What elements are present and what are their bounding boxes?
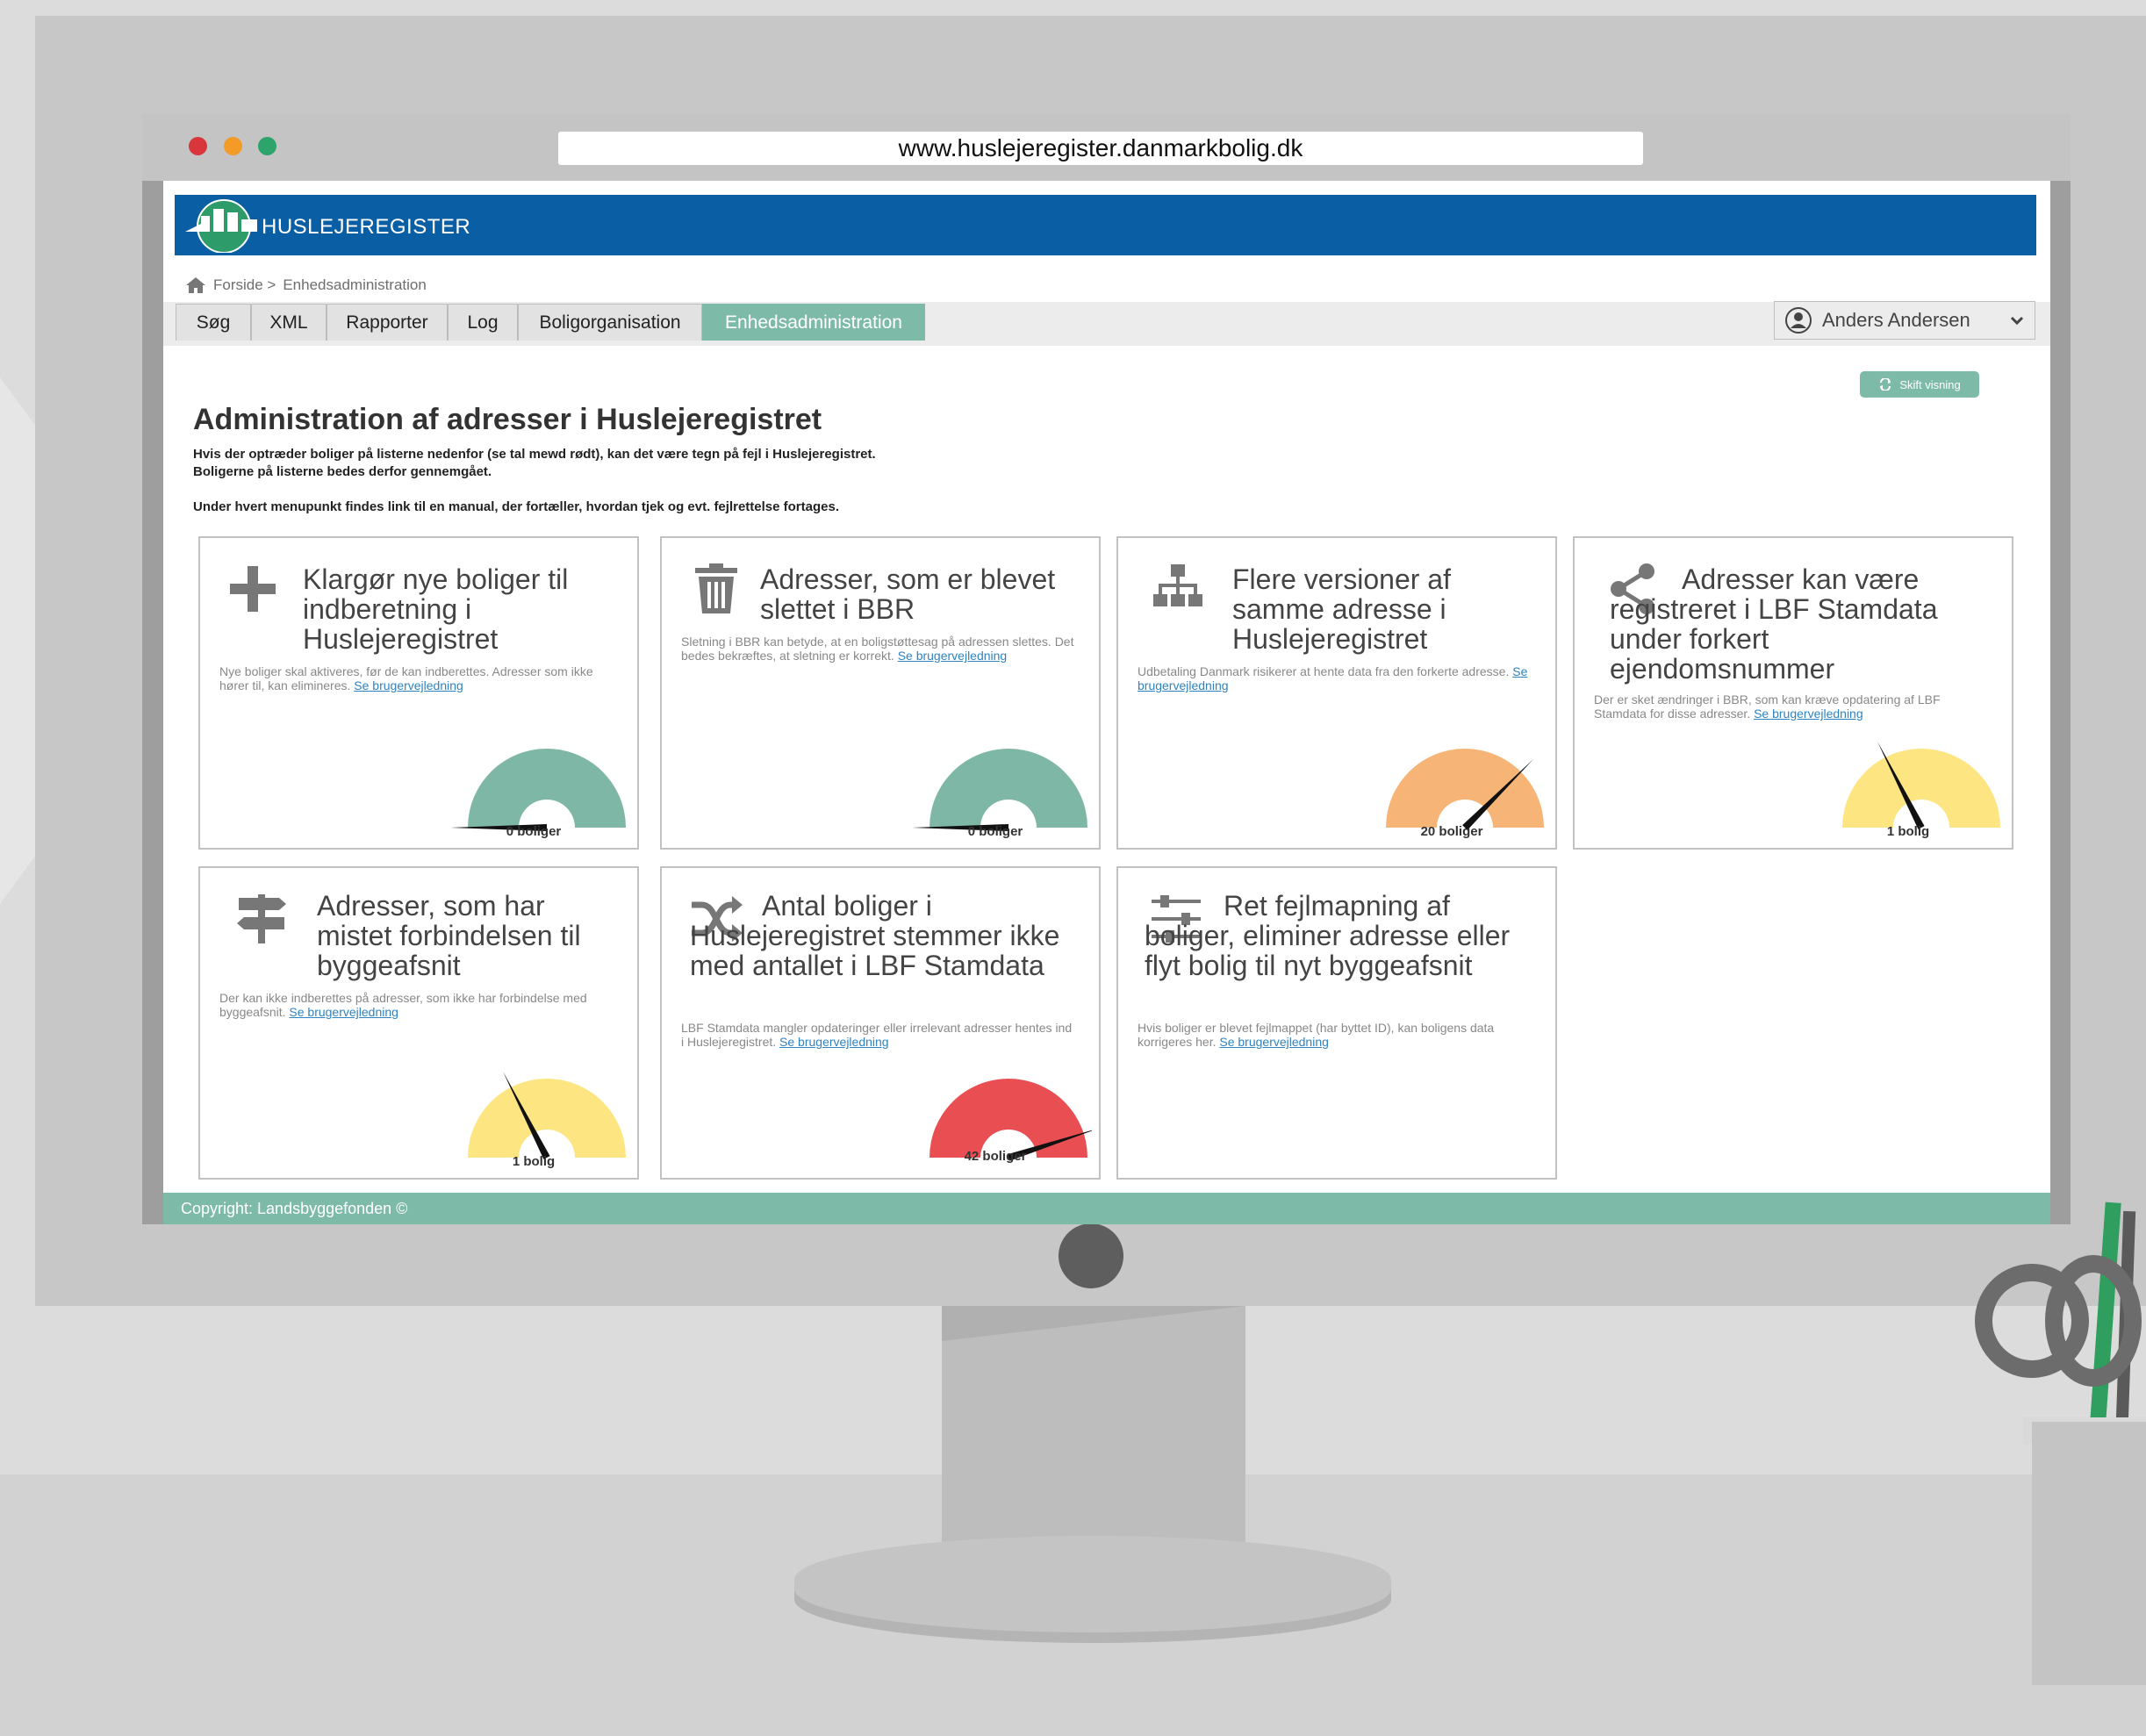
card-title: Ret fejlmapning af boliger, eliminer adr…: [1145, 890, 1511, 981]
gauge-arc: [1386, 749, 1544, 828]
user-avatar-icon: [1785, 307, 1812, 334]
gauge-arc: [929, 749, 1087, 828]
card-mistet-forbindelse[interactable]: Adresser, som har mistet forbindelsen ti…: [198, 866, 639, 1180]
intro-line-2: Boligerne på listerne bedes derfor genne…: [193, 464, 492, 479]
address-bar[interactable]: www.huslejeregister.danmarkbolig.dk: [558, 132, 1643, 165]
monitor-stand-base: [794, 1536, 1391, 1632]
card-description: Hvis boliger er blevet fejlmappet (har b…: [1138, 1021, 1495, 1049]
card-flere-versioner[interactable]: Flere versioner af samme adresse i Husle…: [1116, 536, 1557, 850]
tab-xml[interactable]: XML: [251, 304, 327, 341]
maximize-window-dot[interactable]: [258, 137, 276, 155]
card-description: Udbetaling Danmark risikerer at hente da…: [1138, 664, 1528, 692]
breadcrumb: Forside > Enhedsadministration: [185, 276, 427, 294]
card-ret-fejlmapning[interactable]: Ret fejlmapning af boliger, eliminer adr…: [1116, 866, 1557, 1180]
user-name: Anders Andersen: [1822, 309, 1970, 331]
tab-boligorganisation[interactable]: Boligorganisation: [518, 304, 702, 341]
footer: Copyright: Landsbyggefonden ©: [163, 1193, 2050, 1224]
shift-view-button[interactable]: Skift visning: [1860, 371, 1979, 398]
monitor-stand-shadow: [942, 1306, 1245, 1341]
card-title: Flere versioner af samme adresse i Husle…: [1232, 563, 1451, 655]
card-title: Adresser, som er blevet slettet i BBR: [760, 563, 1056, 625]
user-guide-link[interactable]: Se brugervejledning: [898, 649, 1008, 663]
logo-text: HUSLEJEREGISTER: [262, 215, 471, 239]
card-title: Antal boliger i Huslejeregistret stemmer…: [690, 890, 1060, 981]
user-guide-link[interactable]: Se brugervejledning: [289, 1005, 398, 1019]
card-slettet-i-bbr[interactable]: Adresser, som er blevet slettet i BBR Sl…: [660, 536, 1101, 850]
power-button[interactable]: [1059, 1223, 1123, 1288]
card-description: Der er sket ændringer i BBR, som kan kræ…: [1594, 692, 1941, 721]
logo-icon: [185, 199, 257, 253]
gauge-label: 42 boliger: [964, 1149, 1027, 1164]
breadcrumb-current: Enhedsadministration: [283, 276, 427, 293]
tab-rapporter[interactable]: Rapporter: [327, 304, 448, 341]
intro-line-3: Under hvert menupunkt findes link til en…: [193, 499, 839, 514]
tab-log[interactable]: Log: [448, 304, 518, 341]
gauge-arc: [1842, 749, 2000, 828]
web-page: HUSLEJEREGISTER Forside > Enhedsadminist…: [163, 181, 2050, 1224]
gauge-arc: [929, 1079, 1087, 1158]
tab-sog[interactable]: Søg: [176, 304, 251, 341]
monitor-stand: [942, 1306, 1245, 1560]
user-guide-link[interactable]: Se brugervejledning: [1219, 1035, 1329, 1049]
card-antal-boliger[interactable]: Antal boliger i Huslejeregistret stemmer…: [660, 866, 1101, 1180]
gauge-label: 20 boliger: [1420, 824, 1483, 839]
trash-icon: [695, 563, 737, 613]
card-title: Adresser kan være registreret i LBF Stam…: [1610, 563, 1938, 685]
scissors-handle-2: [2045, 1255, 2142, 1387]
card-klargor-nye-boliger[interactable]: Klargør nye boliger til indberetning i H…: [198, 536, 639, 850]
card-description: LBF Stamdata mangler opdateringer eller …: [681, 1021, 1073, 1049]
user-guide-link[interactable]: Se brugervejledning: [354, 678, 463, 692]
chevron-down-icon: [2010, 316, 2024, 326]
gauge-label: 1 bolig: [512, 1154, 556, 1169]
sitemap-icon: [1153, 564, 1202, 606]
close-window-dot[interactable]: [189, 137, 207, 155]
user-guide-link[interactable]: Se brugervejledning: [779, 1035, 889, 1049]
gauge-arc: [468, 749, 626, 828]
refresh-icon: [1880, 378, 1891, 391]
card-title: Adresser, som har mistet forbindelsen ti…: [317, 890, 581, 981]
gauge-label: 1 bolig: [1886, 824, 1930, 839]
shift-view-label: Skift visning: [1899, 377, 1961, 391]
gauge-label: 0 boliger: [506, 824, 562, 839]
gauge-arc: [468, 1079, 626, 1158]
site-header: HUSLEJEREGISTER: [175, 195, 2036, 255]
card-description: Nye boliger skal aktiveres, før de kan i…: [219, 664, 593, 692]
home-icon[interactable]: [185, 276, 206, 294]
intro-line-1: Hvis der optræder boliger på listerne ne…: [193, 447, 876, 462]
gauge-label: 0 boliger: [967, 824, 1023, 839]
user-menu[interactable]: Anders Andersen: [1774, 301, 2035, 340]
minimize-window-dot[interactable]: [224, 137, 242, 155]
card-title: Klargør nye boliger til indberetning i H…: [303, 563, 569, 655]
user-guide-link[interactable]: Se brugervejledning: [1754, 707, 1863, 721]
plus-icon: [230, 566, 276, 612]
tab-enhedsadministration[interactable]: Enhedsadministration: [702, 304, 925, 341]
breadcrumb-home[interactable]: Forside >: [213, 276, 276, 294]
card-lbf-stamdata-forkert[interactable]: Adresser kan være registreret i LBF Stam…: [1573, 536, 2013, 850]
page-title: Administration af adresser i Huslejeregi…: [193, 403, 822, 436]
card-description: Der kan ikke indberettes på adresser, so…: [219, 991, 587, 1019]
signpost-icon: [237, 894, 286, 943]
pen-cup: [2032, 1422, 2146, 1685]
card-description: Sletning i BBR kan betyde, at en boligst…: [681, 635, 1074, 663]
